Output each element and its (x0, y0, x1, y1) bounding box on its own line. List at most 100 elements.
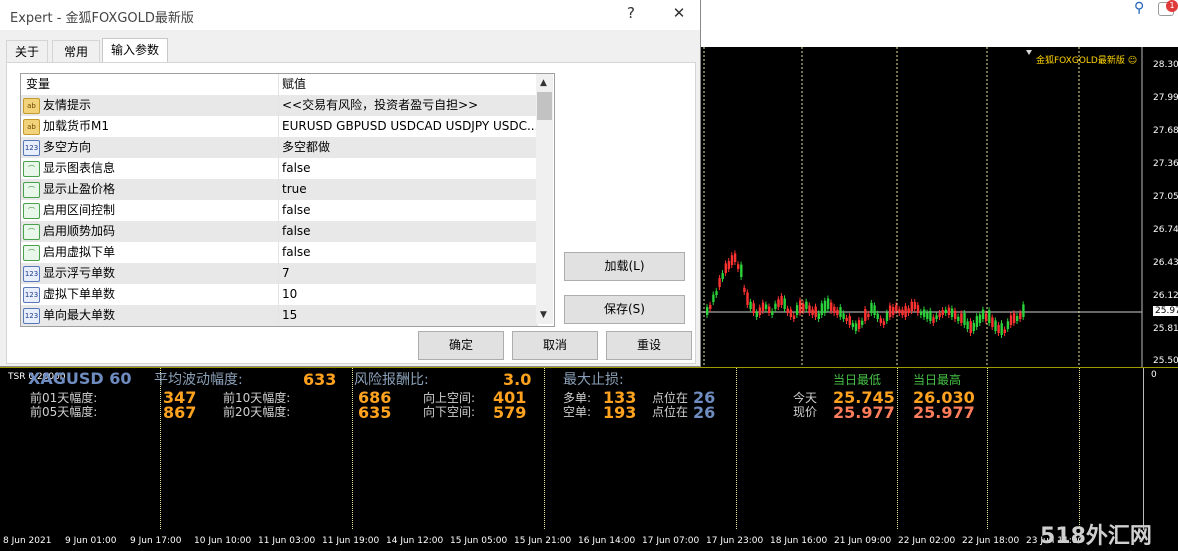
candle-body (988, 310, 991, 323)
time-label: 17 Jun 07:00 (642, 536, 700, 546)
cancel-button[interactable]: 取消 (512, 331, 598, 360)
scroll-up-icon[interactable]: ▲ (540, 78, 547, 88)
table-row[interactable]: ab 友情提示 <<交易有风险，投资者盈亏自担>> (21, 95, 538, 116)
close-button[interactable]: ✕ (664, 4, 694, 22)
param-name: 启用顺势加码 (43, 224, 116, 238)
candle-body (839, 307, 842, 317)
candle-body (851, 323, 855, 327)
number-type-icon: 123 (23, 266, 40, 282)
param-name: 启用区间控制 (43, 203, 116, 217)
candle-body (950, 308, 954, 317)
candle-body (789, 309, 793, 317)
candle-body (941, 310, 944, 315)
tab-about[interactable]: 关于 (6, 40, 48, 63)
candle-body (805, 301, 808, 309)
candle-body (814, 306, 817, 317)
candle-body (795, 305, 799, 315)
ea-label: 金狐FOXGOLD最新版 ☺ (1036, 56, 1138, 66)
candle-body (1006, 321, 1010, 329)
param-value[interactable]: <<交易有风险，投资者盈亏自担>> (282, 95, 536, 116)
table-row[interactable]: ⌒ 显示止盈价格 true (21, 179, 538, 200)
bool-type-icon: ⌒ (23, 245, 40, 261)
param-value[interactable]: 7 (282, 263, 536, 284)
table-row[interactable]: 123 显示浮亏单数 7 (21, 263, 538, 284)
candle-body (842, 313, 845, 319)
time-label: 8 Jun 2021 (3, 536, 52, 546)
param-name: 友情提示 (43, 98, 92, 112)
param-value[interactable]: 多空都做 (282, 137, 536, 158)
avg-vol-value: 633 (303, 370, 337, 389)
dialog-titlebar[interactable]: Expert - 金狐FOXGOLD最新版 ? ✕ (0, 0, 700, 30)
risk-label: 风险报酬比: (354, 372, 429, 388)
candle-body (817, 313, 820, 319)
param-name: 显示浮亏单数 (43, 266, 116, 280)
candle-body (972, 323, 975, 331)
candle-body (901, 309, 904, 315)
param-value[interactable]: 10 (282, 284, 536, 305)
table-row[interactable]: ⌒ 启用虚拟下单 false (21, 242, 538, 263)
scroll-down-icon[interactable]: ▼ (540, 310, 547, 320)
param-value[interactable]: false (282, 221, 536, 242)
time-label: 18 Jun 16:00 (770, 536, 828, 546)
table-row[interactable]: ⌒ 启用顺势加码 false (21, 221, 538, 242)
candle-body (885, 312, 889, 321)
help-button[interactable]: ? (616, 4, 646, 22)
price-label: 25.505 (1153, 356, 1178, 366)
candle-body (892, 307, 895, 315)
candle-body (997, 324, 1000, 333)
now-high-value: 25.977 (913, 403, 975, 422)
indicator-panel[interactable]: 0 TSR 0.20000 XAGUSD 60 平均波动幅度: 633 风险报酬… (0, 367, 1178, 531)
candle-body (746, 292, 749, 305)
time-label: 22 Jun 02:00 (898, 536, 956, 546)
time-label: 11 Jun 03:00 (258, 536, 316, 546)
inputs-table[interactable]: 变量 赋值 ab 友情提示 <<交易有风险，投资者盈亏自担>> ab 加载货币M1 EUR… (20, 73, 555, 327)
pos2-label: 点位在 (652, 405, 689, 419)
low-header: 当日最低 (833, 373, 882, 387)
param-value[interactable]: false (282, 242, 536, 263)
reset-button[interactable]: 重设 (606, 331, 692, 360)
param-value[interactable]: EURUSD GBPUSD USDCAD USDJPY USDC... (282, 116, 536, 137)
candle-body (786, 308, 789, 313)
candle-body (730, 255, 734, 265)
candle-body (845, 317, 848, 321)
price-label: 27.055 (1153, 192, 1178, 202)
price-chart[interactable]: 金狐FOXGOLD最新版 ☺ (700, 47, 1178, 367)
scroll-thumb[interactable] (537, 92, 552, 120)
candle-body (1009, 315, 1013, 325)
time-label: 21 Jun 09:00 (834, 536, 892, 546)
ok-button[interactable]: 确定 (418, 331, 504, 360)
tab-inputs[interactable]: 输入参数 (102, 38, 168, 65)
param-name: 多空方向 (43, 140, 92, 154)
now-label: 现价 (793, 405, 818, 419)
table-row[interactable]: 123 单向最大单数 15 (21, 305, 538, 326)
col-variable[interactable]: 变量 (26, 74, 50, 95)
risk-value: 3.0 (503, 370, 532, 389)
table-row[interactable]: ⌒ 显示图表信息 false (21, 158, 538, 179)
table-row[interactable]: ⌒ 启用区间控制 false (21, 200, 538, 221)
table-row[interactable]: ab 加载货币M1 EURUSD GBPUSD USDCAD USDJPY USDC… (21, 116, 538, 137)
candle-body (944, 309, 948, 313)
tab-common[interactable]: 常用 (52, 40, 100, 63)
param-value[interactable]: true (282, 179, 536, 200)
param-value[interactable]: 15 (282, 305, 536, 326)
param-value[interactable]: false (282, 200, 536, 221)
candle-body (743, 287, 746, 292)
param-value[interactable]: false (282, 158, 536, 179)
scrollbar[interactable]: ▲ ▼ (536, 74, 553, 324)
candle-body (864, 309, 867, 321)
candle-body (749, 301, 752, 309)
save-button[interactable]: 保存(S) (564, 295, 685, 324)
param-name: 虚拟下单单数 (43, 287, 116, 301)
search-icon[interactable]: ⚲ (1134, 0, 1144, 16)
candle-body (981, 309, 985, 319)
candle-body (830, 302, 833, 311)
price-label: 25.815 (1153, 324, 1178, 334)
candle-body (857, 320, 861, 329)
table-row[interactable]: 123 虚拟下单单数 10 (21, 284, 538, 305)
load-button[interactable]: 加载(L) (564, 252, 685, 281)
table-row[interactable]: 123 多空方向 多空都做 (21, 137, 538, 158)
candle-body (811, 309, 814, 315)
candle-body (718, 278, 721, 287)
candle-body (1000, 323, 1003, 335)
col-value[interactable]: 赋值 (282, 74, 536, 95)
